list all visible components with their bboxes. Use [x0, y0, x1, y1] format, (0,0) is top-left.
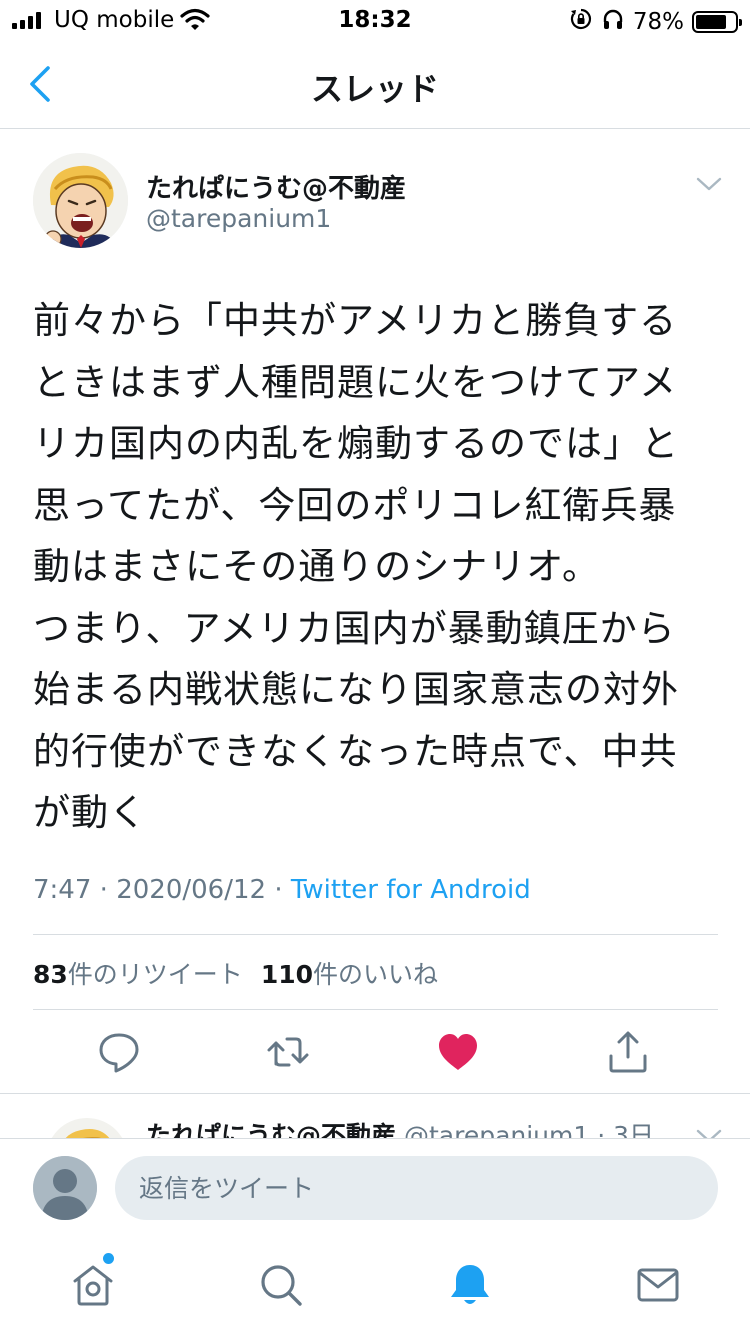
reply-bar	[0, 1138, 750, 1234]
share-button[interactable]	[606, 1030, 650, 1074]
reply-button[interactable]	[97, 1030, 141, 1074]
like-stat[interactable]: 110件のいいね	[261, 960, 438, 989]
headphones-icon	[601, 7, 625, 37]
tweet-date: 2020/06/12	[116, 875, 267, 905]
divider	[33, 934, 718, 935]
battery-percent: 78%	[632, 9, 684, 35]
retweet-stat[interactable]: 83件のリツイート	[33, 960, 243, 989]
tweet-text: 前々から「中共がアメリカと勝負する ときはまず人種問題に火をつけてアメ リカ国内…	[33, 299, 679, 834]
tweet-menu-button[interactable]	[694, 172, 724, 196]
author-name[interactable]: たれぱにうむ@不動産	[146, 1121, 396, 1138]
like-button[interactable]	[436, 1030, 480, 1074]
next-tweet[interactable]: たれぱにうむ@不動産 @tarepanium1 · 3日	[0, 1094, 750, 1138]
tweet-time: 7:47	[33, 875, 92, 905]
avatar[interactable]	[33, 153, 128, 248]
tab-home[interactable]	[70, 1262, 116, 1308]
orientation-lock-icon	[569, 7, 593, 37]
bell-icon	[451, 1265, 489, 1304]
tweet-meta: 7:47 · 2020/06/12 · Twitter for Android	[33, 875, 531, 905]
reply-icon	[99, 1033, 139, 1073]
tweet-source-link[interactable]: Twitter for Android	[291, 875, 531, 905]
tweet-menu-button[interactable]	[694, 1124, 724, 1138]
page-title: スレッド	[310, 70, 439, 108]
author-handle: @tarepanium1 · 3日	[403, 1121, 655, 1138]
nav-bar: スレッド	[0, 40, 750, 129]
retweet-count: 83	[33, 960, 68, 989]
envelope-icon	[637, 1268, 679, 1302]
reply-input[interactable]	[115, 1156, 718, 1220]
screen: UQ mobile 18:32 78% スレッド たれぱにうむ@不動産 @tar…	[0, 0, 750, 1334]
retweet-icon	[267, 1037, 309, 1067]
battery-icon	[692, 11, 742, 33]
like-label: 件のいいね	[313, 960, 439, 989]
search-icon	[261, 1265, 302, 1306]
author-handle[interactable]: @tarepanium1	[146, 204, 331, 233]
avatar[interactable]	[46, 1118, 128, 1138]
retweet-label: 件のリツイート	[67, 960, 243, 989]
retweet-button[interactable]	[266, 1030, 310, 1074]
chevron-down-icon	[696, 177, 722, 191]
home-icon	[73, 1265, 113, 1306]
divider	[33, 1009, 718, 1010]
heart-icon	[439, 1034, 477, 1070]
like-count: 110	[260, 960, 313, 989]
chevron-down-icon	[696, 1129, 722, 1138]
tab-bar	[0, 1234, 750, 1334]
tab-search[interactable]	[258, 1262, 304, 1308]
avatar[interactable]	[33, 1156, 97, 1220]
tab-notifications[interactable]	[447, 1262, 493, 1308]
share-icon	[609, 1031, 647, 1073]
tab-messages[interactable]	[635, 1262, 681, 1308]
new-content-indicator	[103, 1253, 114, 1264]
status-bar: UQ mobile 18:32 78%	[0, 0, 750, 40]
tweet-stats: 83件のリツイート 110件のいいね	[33, 955, 438, 991]
author-name[interactable]: たれぱにうむ@不動産	[146, 168, 406, 205]
